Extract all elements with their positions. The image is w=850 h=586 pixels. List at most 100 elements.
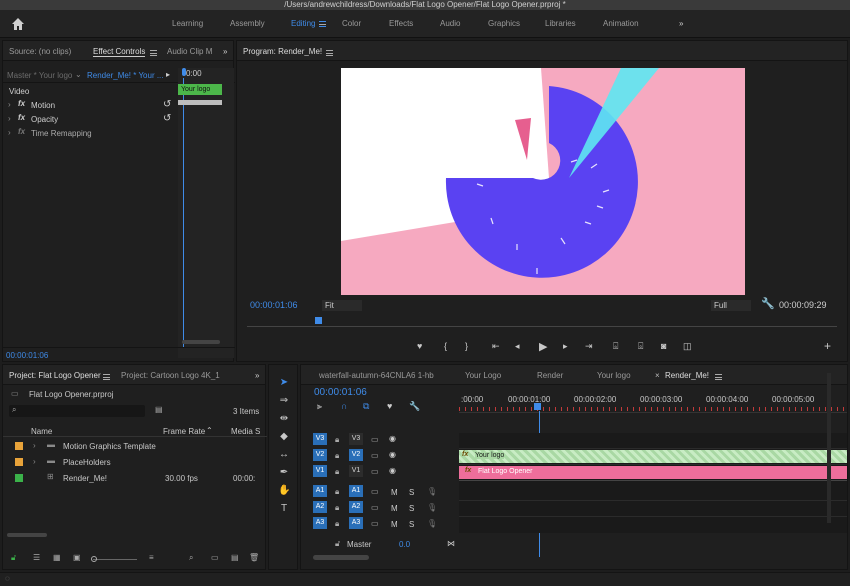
program-monitor-title[interactable]: Program: Render_Me! [243,47,322,56]
eye-icon[interactable]: ◉ [389,466,396,475]
time-ruler[interactable]: :00:00 00:00:01:00 00:00:02:00 00:00:03:… [459,389,847,413]
sync-lock-icon[interactable]: ▭ [371,503,379,512]
button-editor-icon[interactable]: + [824,339,831,353]
lock-icon[interactable]: 🔓︎ [335,539,340,549]
tab-sequence-render-me[interactable]: Render_Me! [665,371,709,380]
timeline-vertical-scrollbar[interactable] [827,373,831,523]
mute-button[interactable]: M [391,504,398,513]
add-marker-icon[interactable]: ♥ [417,341,422,351]
workspace-tab-assembly[interactable]: Assembly [230,19,265,28]
tab-source[interactable]: Source: (no clips) [9,47,71,56]
step-forward-icon[interactable]: ▸ [563,341,568,352]
new-bin-from-search-icon[interactable]: ▤ [155,405,163,414]
slip-tool-icon[interactable]: ↔ [278,449,290,461]
tab-project-flat-logo-opener[interactable]: Project: Flat Logo Opener [9,371,101,380]
zoom-slider[interactable] [93,559,137,560]
effect-row-motion[interactable]: › fx Motion ↺ [3,99,177,113]
tab-sequence-your-logo-2[interactable]: Your logo [597,371,631,380]
clip-flat-logo-opener[interactable]: fx Flat Logo Opener [459,466,847,479]
sync-lock-icon[interactable]: ▭ [371,467,379,476]
workspace-tab-color[interactable]: Color [342,19,361,28]
effect-controls-timecode[interactable]: 00:00:01:06 [6,351,48,360]
sync-lock-icon[interactable]: ▭ [371,435,379,444]
effect-row-opacity[interactable]: › fx Opacity ↺ [3,113,177,127]
zoom-select[interactable]: Fit [322,300,362,311]
sort-icons-icon[interactable]: ≡ [149,553,154,562]
lock-icon[interactable]: 🔒︎ [335,467,339,477]
track-target-v2[interactable]: V2 [349,449,363,461]
linked-selection-icon[interactable]: ⧉ [363,401,369,412]
sync-lock-icon[interactable]: ▭ [371,519,379,528]
selection-tool-icon[interactable]: ➤ [278,377,290,389]
mark-in-icon[interactable]: { [444,341,447,351]
lock-icon[interactable]: 🔓︎ [11,553,16,563]
program-current-timecode[interactable]: 00:00:01:06 [250,300,298,310]
step-back-icon[interactable]: ◂ [515,341,520,352]
tab-sequence-waterfall[interactable]: waterfall-autumn-64CNLA6 1-hb [319,371,434,380]
track-target-a1[interactable]: A1 [349,485,363,497]
wrench-icon[interactable]: 🔧 [761,297,775,310]
chevron-right-icon[interactable]: › [33,457,36,466]
tab-project-cartoon-logo[interactable]: Project: Cartoon Logo 4K_1 [121,371,220,380]
column-name[interactable]: Name [31,427,52,436]
play-only-icon[interactable]: ▸ [166,70,170,79]
timeline-timecode[interactable]: 00:00:01:06 [314,387,367,398]
more-workspaces-icon[interactable]: » [679,19,683,28]
label-color-swatch[interactable] [15,474,23,482]
home-icon[interactable] [10,16,26,32]
export-frame-icon[interactable]: ◙ [661,341,666,351]
track-target-v3[interactable]: V3 [349,433,363,445]
mini-timeline-scrollbar[interactable] [182,340,220,344]
master-volume-value[interactable]: 0.0 [399,540,410,549]
menu-icon[interactable] [326,49,333,56]
razor-tool-icon[interactable]: ◆ [278,431,290,443]
menu-icon[interactable] [715,373,722,380]
chevron-right-icon[interactable]: › [33,441,36,450]
track-select-tool-icon[interactable]: ⇒ [278,395,290,407]
column-media-start[interactable]: Media S [231,427,260,436]
source-patch-v3[interactable]: V3 [313,433,327,445]
tab-effect-controls[interactable]: Effect Controls [93,47,146,57]
tab-sequence-render[interactable]: Render [537,371,563,380]
master-clip-label[interactable]: Master * Your logo [7,71,72,80]
fx-icon[interactable]: fx [18,99,25,108]
timeline-scrollbar[interactable] [313,555,369,560]
close-icon[interactable]: × [655,371,660,380]
source-patch-a3[interactable]: A3 [313,517,327,529]
find-icon[interactable]: ⌕ [189,553,193,563]
type-tool-icon[interactable]: T [278,503,290,515]
mute-button[interactable]: M [391,488,398,497]
pen-tool-icon[interactable]: ✒ [278,467,290,479]
list-item[interactable]: › ▬ Motion Graphics Template [3,439,267,455]
lift-icon[interactable]: ⌺ [613,341,618,352]
trash-icon[interactable]: 🗑︎ [249,553,259,562]
mute-button[interactable]: M [391,520,398,529]
track-target-a2[interactable]: A2 [349,501,363,513]
lock-icon[interactable]: 🔒︎ [335,435,339,445]
solo-button[interactable]: S [409,504,414,513]
eye-icon[interactable]: ◉ [389,434,396,443]
freeform-view-icon[interactable]: ▣ [73,553,81,562]
program-playhead[interactable] [315,317,322,324]
sort-up-icon[interactable]: ⌃ [206,426,213,435]
list-item[interactable]: › ▬ PlaceHolders [3,455,267,471]
go-to-in-icon[interactable]: ⇤ [492,341,500,352]
timeline-playhead-handle[interactable] [534,403,541,410]
workspace-tab-audio[interactable]: Audio [440,19,460,28]
source-patch-v2[interactable]: V2 [313,449,327,461]
list-view-icon[interactable]: ☰ [33,553,40,562]
zoom-slider-handle[interactable] [91,556,97,562]
resolution-select[interactable]: Full [711,300,751,311]
microphone-icon[interactable]: 🎙︎ [427,503,437,512]
workspace-tab-libraries[interactable]: Libraries [545,19,576,28]
solo-button[interactable]: S [409,488,414,497]
solo-button[interactable]: S [409,520,414,529]
sync-lock-icon[interactable]: ▭ [371,487,379,496]
hand-tool-icon[interactable]: ✋ [278,485,290,497]
workspace-tab-animation[interactable]: Animation [603,19,639,28]
workspace-tab-effects[interactable]: Effects [389,19,413,28]
workspace-tab-graphics[interactable]: Graphics [488,19,520,28]
microphone-icon[interactable]: 🎙︎ [427,519,437,528]
chevron-right-icon[interactable]: › [8,114,11,123]
chevron-right-icon[interactable]: › [8,128,11,137]
